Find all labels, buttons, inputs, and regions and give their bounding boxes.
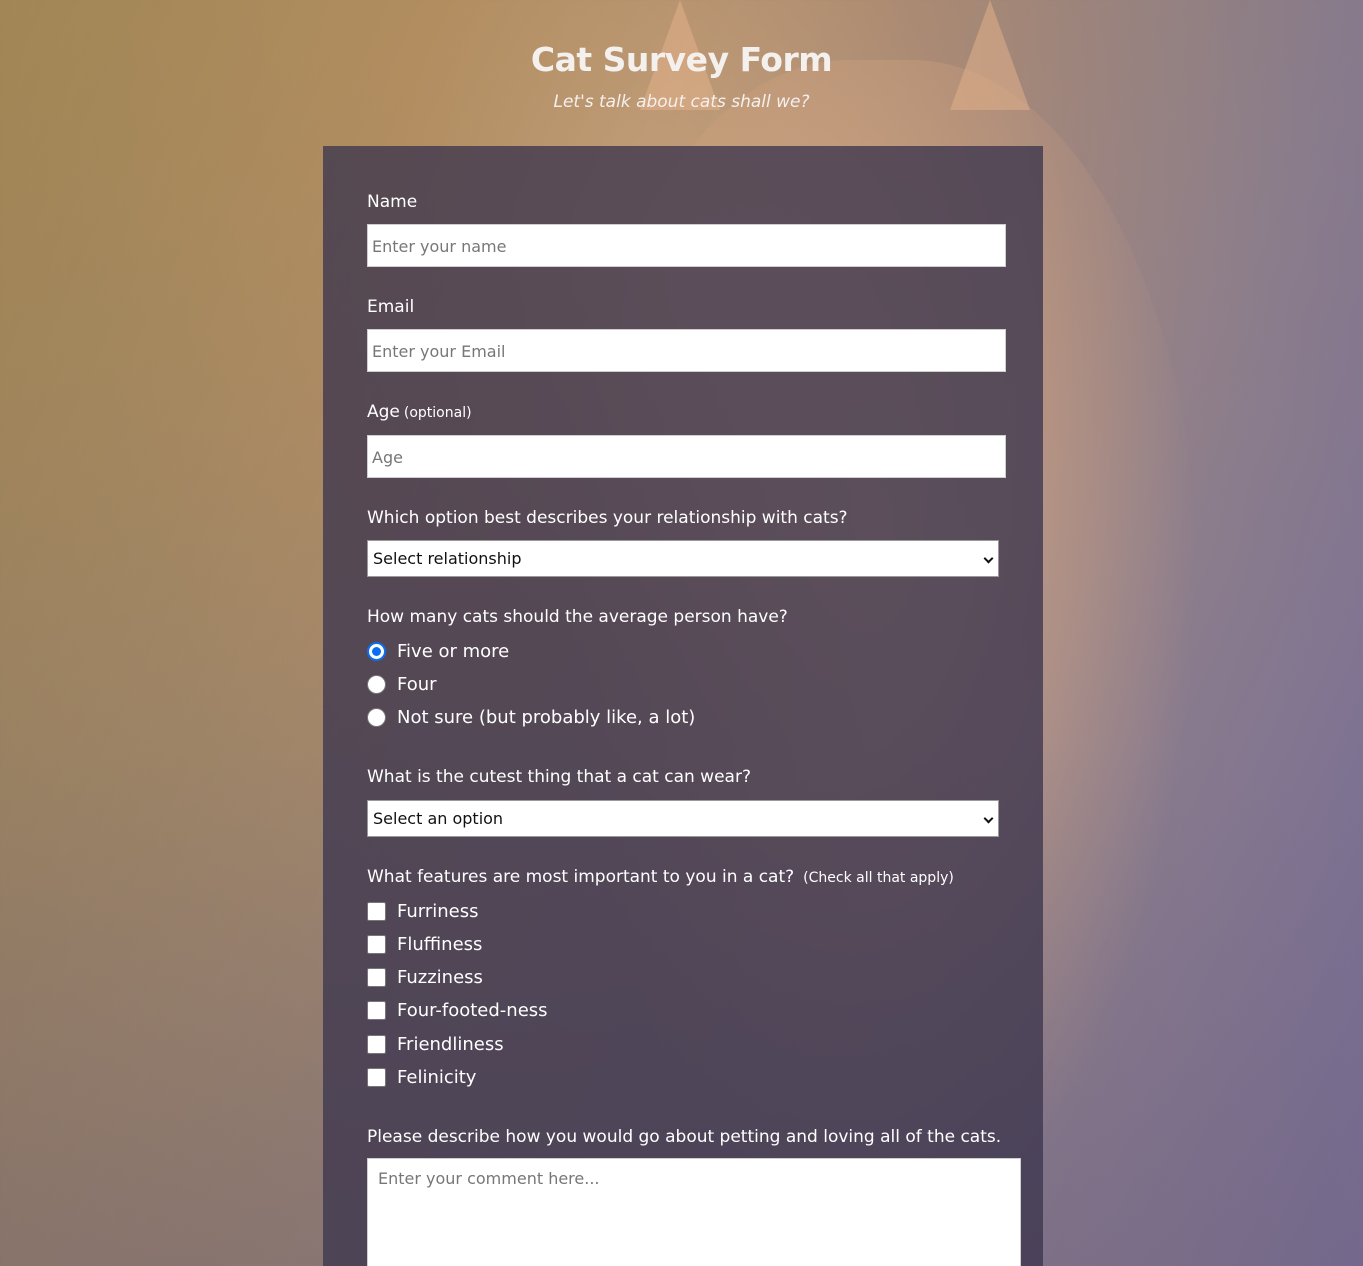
checkbox-option[interactable]: Fuzziness — [367, 965, 483, 989]
relationship-label: Which option best describes your relatio… — [367, 508, 848, 528]
cutest-wear-select[interactable]: Select an option — [367, 800, 999, 837]
checkbox-option[interactable]: Felinicity — [367, 1065, 476, 1089]
page-title: Cat Survey Form — [530, 40, 833, 79]
checkbox-option[interactable]: Fluffiness — [367, 932, 482, 956]
radio-option-label: Four — [397, 673, 437, 695]
radio-option[interactable]: Five or more — [367, 639, 509, 663]
features-note: (Check all that apply) — [803, 870, 954, 886]
chevron-down-icon — [983, 553, 994, 564]
name-input[interactable]: Enter your name — [367, 224, 1006, 267]
cat-count-label: How many cats should the average person … — [367, 607, 788, 627]
checkbox-option-label: Furriness — [397, 900, 479, 922]
age-label-text: Age — [367, 402, 400, 422]
features-label: What features are most important to you … — [367, 867, 954, 887]
relationship-selected-value: Select relationship — [373, 549, 522, 568]
age-input[interactable]: Age — [367, 435, 1006, 478]
radio-option[interactable]: Not sure (but probably like, a lot) — [367, 705, 695, 729]
features-label-text: What features are most important to you … — [367, 867, 795, 887]
checkbox-option-label: Friendliness — [397, 1033, 504, 1055]
survey-form: Name Enter your name Email Enter your Em… — [323, 146, 1043, 1266]
radio-option-label: Not sure (but probably like, a lot) — [397, 706, 696, 728]
radio-option[interactable]: Four — [367, 672, 437, 696]
checkbox-option-label: Four-footed-ness — [397, 999, 548, 1021]
radio-button[interactable] — [367, 674, 386, 694]
radio-option-label: Five or more — [397, 640, 510, 662]
checkbox-option[interactable]: Friendliness — [367, 1032, 504, 1056]
cutest-wear-selected-value: Select an option — [373, 809, 504, 828]
checkbox[interactable] — [367, 901, 386, 921]
checkbox[interactable] — [367, 967, 386, 987]
comment-label: Please describe how you would go about p… — [367, 1127, 1002, 1147]
relationship-select[interactable]: Select relationship — [367, 540, 999, 577]
age-optional-note: (optional) — [403, 405, 472, 421]
cutest-wear-label: What is the cutest thing that a cat can … — [367, 767, 751, 787]
checkbox-option[interactable]: Four-footed-ness — [367, 998, 548, 1022]
email-input[interactable]: Enter your Email — [367, 329, 1006, 372]
comment-textarea[interactable]: Enter your comment here... — [367, 1158, 1021, 1266]
email-label: Email — [367, 297, 415, 317]
checkbox-option-label: Felinicity — [397, 1066, 477, 1088]
radio-button[interactable] — [367, 641, 386, 661]
age-label: Age (optional) — [367, 402, 472, 422]
checkbox-option[interactable]: Furriness — [367, 899, 479, 923]
radio-button[interactable] — [367, 707, 386, 727]
checkbox[interactable] — [367, 1000, 386, 1020]
checkbox[interactable] — [367, 1034, 386, 1054]
checkbox[interactable] — [367, 1067, 386, 1087]
checkbox-option-label: Fluffiness — [397, 933, 483, 955]
chevron-down-icon — [983, 813, 994, 824]
checkbox-option-label: Fuzziness — [397, 966, 483, 988]
page-subtitle: Let's talk about cats shall we? — [553, 92, 810, 112]
name-label: Name — [367, 192, 418, 212]
checkbox[interactable] — [367, 934, 386, 954]
